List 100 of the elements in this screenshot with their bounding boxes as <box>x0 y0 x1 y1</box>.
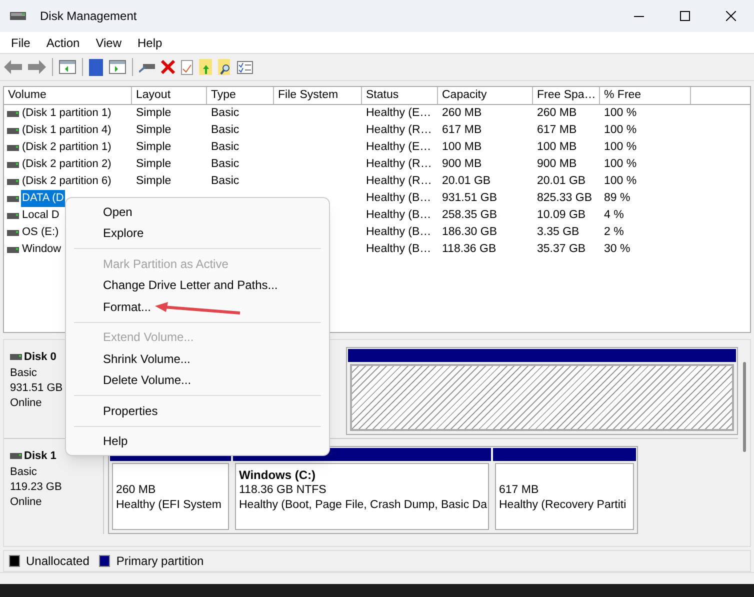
menu-item[interactable]: View <box>88 34 128 52</box>
volume-name[interactable]: (Disk 2 partition 2) <box>21 156 112 173</box>
disk-drive-icon <box>10 10 26 22</box>
table-cell-text: 900 MB <box>442 156 482 172</box>
disk-info: 119.23 GB <box>10 480 63 494</box>
disk-info: 931.51 GB <box>10 380 64 396</box>
table-cell-text: 100 MB <box>537 140 577 155</box>
disk-info: Online <box>10 396 43 410</box>
disk-name: Disk 0 <box>24 350 56 365</box>
drive-icon <box>10 453 22 460</box>
table-cell-text: 617 MB <box>537 122 577 138</box>
window-title: Disk Management <box>40 8 137 25</box>
table-cell-text: 4 % <box>604 208 624 223</box>
drive-icon <box>7 212 19 218</box>
table-cell-text: 258.35 GB <box>442 208 497 223</box>
menu-item[interactable]: File <box>4 34 38 52</box>
partition-info: 118.36 GB NTFS <box>239 483 328 498</box>
disk-info: Online <box>10 494 43 510</box>
menu-item[interactable]: Action <box>39 34 87 52</box>
partition-title: Windows (C:) <box>239 468 317 483</box>
folder-search-icon[interactable] <box>218 59 231 75</box>
context-menu-item[interactable]: Change Drive Letter and Paths... <box>66 274 329 296</box>
panel-icon[interactable] <box>109 60 126 74</box>
drive-icon <box>7 162 19 168</box>
table-cell-text: Healthy (E… <box>366 106 432 121</box>
table-cell-text: 100 MB <box>442 140 482 155</box>
table-cell-text: 186.30 GB <box>442 224 497 240</box>
table-cell-text: 100 % <box>604 122 637 138</box>
partition-info: Healthy (Boot, Page File, Crash Dump, Basic Da <box>239 498 485 513</box>
table-cell-text: Simple <box>136 140 172 155</box>
context-menu-item[interactable]: Open <box>66 201 329 222</box>
table-cell-text: Healthy (R… <box>366 156 432 172</box>
table-cell-text: Healthy (R… <box>366 122 432 138</box>
volume-name[interactable]: Local D <box>21 207 60 224</box>
menu-item[interactable]: Help <box>130 34 170 52</box>
delete-icon[interactable] <box>161 60 175 74</box>
drive-icon <box>7 196 19 202</box>
partition-block[interactable] <box>348 349 736 433</box>
volume-name[interactable]: Window <box>21 241 62 258</box>
scrollbar[interactable] <box>742 362 746 452</box>
table-cell-text: Simple <box>136 174 172 189</box>
partition-info: 260 MB <box>116 483 157 498</box>
volume-name[interactable]: (Disk 1 partition 1) <box>21 105 112 122</box>
table-cell-text: 3.35 GB <box>537 224 580 240</box>
table-cell-text: 100 % <box>604 140 637 155</box>
table-cell-text: 617 MB <box>442 122 482 138</box>
table-cell-text: 100 % <box>604 106 637 121</box>
partition-block[interactable]: 617 MB Healthy (Recovery Partiti <box>493 448 636 532</box>
volume-name[interactable]: (Disk 2 partition 6) <box>21 173 112 190</box>
table-cell-text: 260 MB <box>537 106 577 121</box>
table-cell-text: 260 MB <box>442 106 482 121</box>
table-cell-text: Healthy (E… <box>366 140 432 155</box>
table-cell-text: Basic <box>211 156 240 172</box>
checklist-icon[interactable] <box>237 60 253 74</box>
volume-name[interactable]: OS (E:) <box>21 224 60 241</box>
table-cell-text: Healthy (B… <box>366 224 432 240</box>
context-menu-item[interactable]: Explore <box>66 222 329 244</box>
table-cell-text: 20.01 GB <box>537 174 586 189</box>
table-cell-text: Healthy (B… <box>366 242 432 257</box>
drive-icon <box>7 178 19 184</box>
drive-icon <box>7 128 19 134</box>
disk-info: Basic <box>10 464 38 480</box>
panel-icon[interactable] <box>59 60 76 74</box>
drive-icon <box>7 230 19 236</box>
drive-icon <box>7 246 19 252</box>
partition-info: 617 MB <box>499 483 540 498</box>
drive-icon <box>7 110 19 116</box>
table-cell-text: 825.33 GB <box>537 190 592 206</box>
volume-name[interactable]: (Disk 1 partition 4) <box>21 122 112 139</box>
volume-name[interactable]: DATA (D <box>21 190 65 207</box>
connect-icon[interactable] <box>139 61 155 73</box>
disk-name: Disk 1 <box>24 449 56 464</box>
table-cell-text: 931.51 GB <box>442 190 497 206</box>
table-cell-text: Basic <box>211 122 240 138</box>
volume-name[interactable]: (Disk 2 partition 1) <box>21 139 112 156</box>
table-cell-text: Simple <box>136 106 172 121</box>
partition-block[interactable]: Windows (C:) 118.36 GB NTFS Healthy (Boot, Page File, Crash Dump, Basic Da <box>233 448 491 532</box>
table-cell-text: 900 MB <box>537 156 577 172</box>
context-menu-item[interactable]: Format... <box>66 296 329 318</box>
table-cell-text: 10.09 GB <box>537 208 586 223</box>
checklist-icon[interactable] <box>181 60 193 74</box>
table-cell-text: 100 % <box>604 174 637 189</box>
table-cell-text: Simple <box>136 122 172 138</box>
table-cell-text: Healthy (B… <box>366 190 432 206</box>
table-cell-text: Basic <box>211 106 240 121</box>
table-cell-text: Healthy (B… <box>366 208 432 223</box>
disk-info: Basic <box>10 366 38 380</box>
table-cell-text: 100 % <box>604 156 637 172</box>
table-cell-text: 35.37 GB <box>537 242 586 257</box>
table-cell-text: 20.01 GB <box>442 174 491 189</box>
forward-arrow-icon[interactable] <box>28 60 46 74</box>
table-cell-text: Basic <box>211 174 240 189</box>
table-cell-text: Simple <box>136 156 172 172</box>
legend-label: Primary partition <box>116 553 204 570</box>
table-cell-text: Healthy (R… <box>366 174 432 189</box>
table-cell-text: 118.36 GB <box>442 242 496 257</box>
table-cell-text: 2 % <box>604 224 624 240</box>
back-arrow-icon[interactable] <box>4 60 22 74</box>
folder-up-icon[interactable] <box>199 59 212 75</box>
table-cell-text: 30 % <box>604 242 630 257</box>
